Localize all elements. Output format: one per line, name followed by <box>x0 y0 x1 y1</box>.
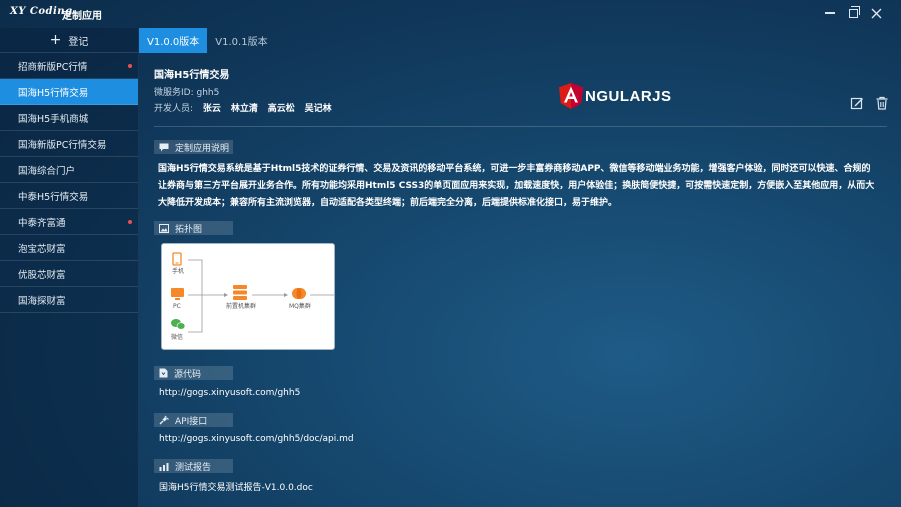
login-label: 登记 <box>68 36 89 48</box>
wechat-node-label: 微信 <box>171 333 183 341</box>
section-title: API接口 <box>175 416 208 427</box>
mq-cluster-icon <box>292 288 306 299</box>
sidebar-item[interactable]: 国海探财富 <box>0 287 138 313</box>
section-title: 源代码 <box>174 369 202 380</box>
developer-name: 吴记林 <box>304 104 332 114</box>
sidebar-item-label: 国海H5手机商城 <box>18 113 89 125</box>
sidebar-item-label: 国海H5行情交易 <box>18 87 89 99</box>
sidebar-item-label: 优股芯财富 <box>18 269 66 281</box>
sidebar-item[interactable]: 优股芯财富 <box>0 261 138 287</box>
source-url-link[interactable]: http://gogs.xinyusoft.com/ghh5 <box>159 388 300 398</box>
pc-node-icon <box>171 288 184 300</box>
topology-diagram[interactable]: 手机 PC 微信 前置机集群 MQ集群 <box>161 243 335 350</box>
maximize-button[interactable] <box>845 5 861 21</box>
topology-svg: 手机 PC 微信 前置机集群 MQ集群 <box>171 252 334 341</box>
image-icon <box>159 223 169 233</box>
minimize-button[interactable] <box>822 5 838 21</box>
section-title: 定制应用说明 <box>175 143 230 154</box>
test-section-header: 测试报告 <box>154 459 233 473</box>
topology-section-header: 拓扑图 <box>154 221 233 235</box>
service-id: 微服务ID: ghh5 <box>154 88 220 98</box>
sidebar-item[interactable]: 招商新版PC行情 <box>0 53 138 79</box>
phone-node-icon <box>172 252 182 266</box>
delete-icon[interactable] <box>875 96 889 110</box>
maximize-icon <box>848 5 860 18</box>
angular-shield-icon <box>559 83 583 109</box>
client-connector <box>188 259 203 333</box>
sidebar-item-label: 国海综合门户 <box>18 165 76 177</box>
developers: 开发人员: 张云 林立清 高云松 吴记林 <box>154 101 332 114</box>
developer-name: 林立清 <box>230 104 258 114</box>
plug-icon <box>159 415 169 425</box>
phone-node-label: 手机 <box>172 267 184 275</box>
comment-icon <box>159 143 169 151</box>
pc-node-label: PC <box>173 303 181 310</box>
angularjs-logo: NGULARJS <box>559 83 672 109</box>
sidebar-item-label: 国海探财富 <box>18 295 66 307</box>
test-report-link[interactable]: 国海H5行情交易测试报告-V1.0.0.doc <box>159 480 313 493</box>
section-title: 拓扑图 <box>175 224 203 235</box>
login-button[interactable]: + 登记 <box>0 28 138 53</box>
server-cluster-icon <box>233 285 247 300</box>
section-title: 测试报告 <box>175 462 212 473</box>
sidebar-item-label: 国海新版PC行情交易 <box>18 139 107 151</box>
arrow-icon <box>224 293 228 297</box>
sidebar-item-label: 泡宝芯财富 <box>18 243 66 255</box>
sidebar-item[interactable]: 泡宝芯财富 <box>0 235 138 261</box>
developers-label: 开发人员: <box>154 104 194 114</box>
title-bar: XY Coding 定制应用 <box>0 0 901 28</box>
sidebar-item-label: 招商新版PC行情 <box>18 61 88 73</box>
sidebar-item[interactable]: 国海H5行情交易 <box>0 79 138 105</box>
app-title: 定制应用 <box>62 11 102 22</box>
developer-name: 高云松 <box>267 104 295 114</box>
description-text: 国海H5行情交易系统是基于Html5技术的证券行情、交易及资讯的移动平台系统，可… <box>158 164 875 208</box>
service-name: 国海H5行情交易 <box>154 70 230 81</box>
angularjs-wordmark: NGULARJS <box>585 87 672 105</box>
close-button[interactable] <box>868 5 884 21</box>
tab-v1-0-0[interactable]: V1.0.0版本 <box>139 28 208 53</box>
detail-panel: 国海H5行情交易 微服务ID: ghh5 开发人员: 张云 林立清 高云松 吴记… <box>139 53 901 507</box>
notification-dot <box>128 220 132 224</box>
notification-dot <box>128 64 132 68</box>
developer-name: 张云 <box>202 104 221 114</box>
sidebar-item[interactable]: 中泰H5行情交易 <box>0 183 138 209</box>
code-file-icon <box>159 368 168 378</box>
arrow-icon <box>284 293 288 297</box>
sidebar-item[interactable]: 国海H5手机商城 <box>0 105 138 131</box>
minimize-icon <box>825 12 835 14</box>
sidebar: + 登记 招商新版PC行情 国海H5行情交易 国海H5手机商城国海新版PC行情交易国… <box>0 28 139 507</box>
sidebar-item-label: 中泰齐富通 <box>18 217 66 229</box>
version-tabs: V1.0.0版本 V1.0.1版本 <box>139 28 901 53</box>
tab-v1-0-1[interactable]: V1.0.1版本 <box>207 28 275 53</box>
description-section-header: 定制应用说明 <box>154 140 233 154</box>
sidebar-item[interactable]: 国海新版PC行情交易 <box>0 131 138 157</box>
plus-icon: + <box>49 32 62 48</box>
close-icon <box>871 8 881 18</box>
front-node-label: 前置机集群 <box>226 302 256 310</box>
edit-icon[interactable] <box>850 96 864 110</box>
bar-chart-icon <box>159 462 169 471</box>
mq-node-label: MQ集群 <box>289 302 311 310</box>
sidebar-item[interactable]: 中泰齐富通 <box>0 209 138 235</box>
api-section-header: API接口 <box>154 413 233 427</box>
sidebar-list: 招商新版PC行情 国海H5行情交易 国海H5手机商城国海新版PC行情交易 国海综合门户… <box>0 53 138 313</box>
wechat-node-icon <box>171 319 186 330</box>
header-divider <box>154 126 887 127</box>
api-url-link[interactable]: http://gogs.xinyusoft.com/ghh5/doc/api.m… <box>159 434 354 444</box>
sidebar-item[interactable]: 国海综合门户 <box>0 157 138 183</box>
source-section-header: 源代码 <box>154 366 233 380</box>
sidebar-item-label: 中泰H5行情交易 <box>18 191 89 203</box>
